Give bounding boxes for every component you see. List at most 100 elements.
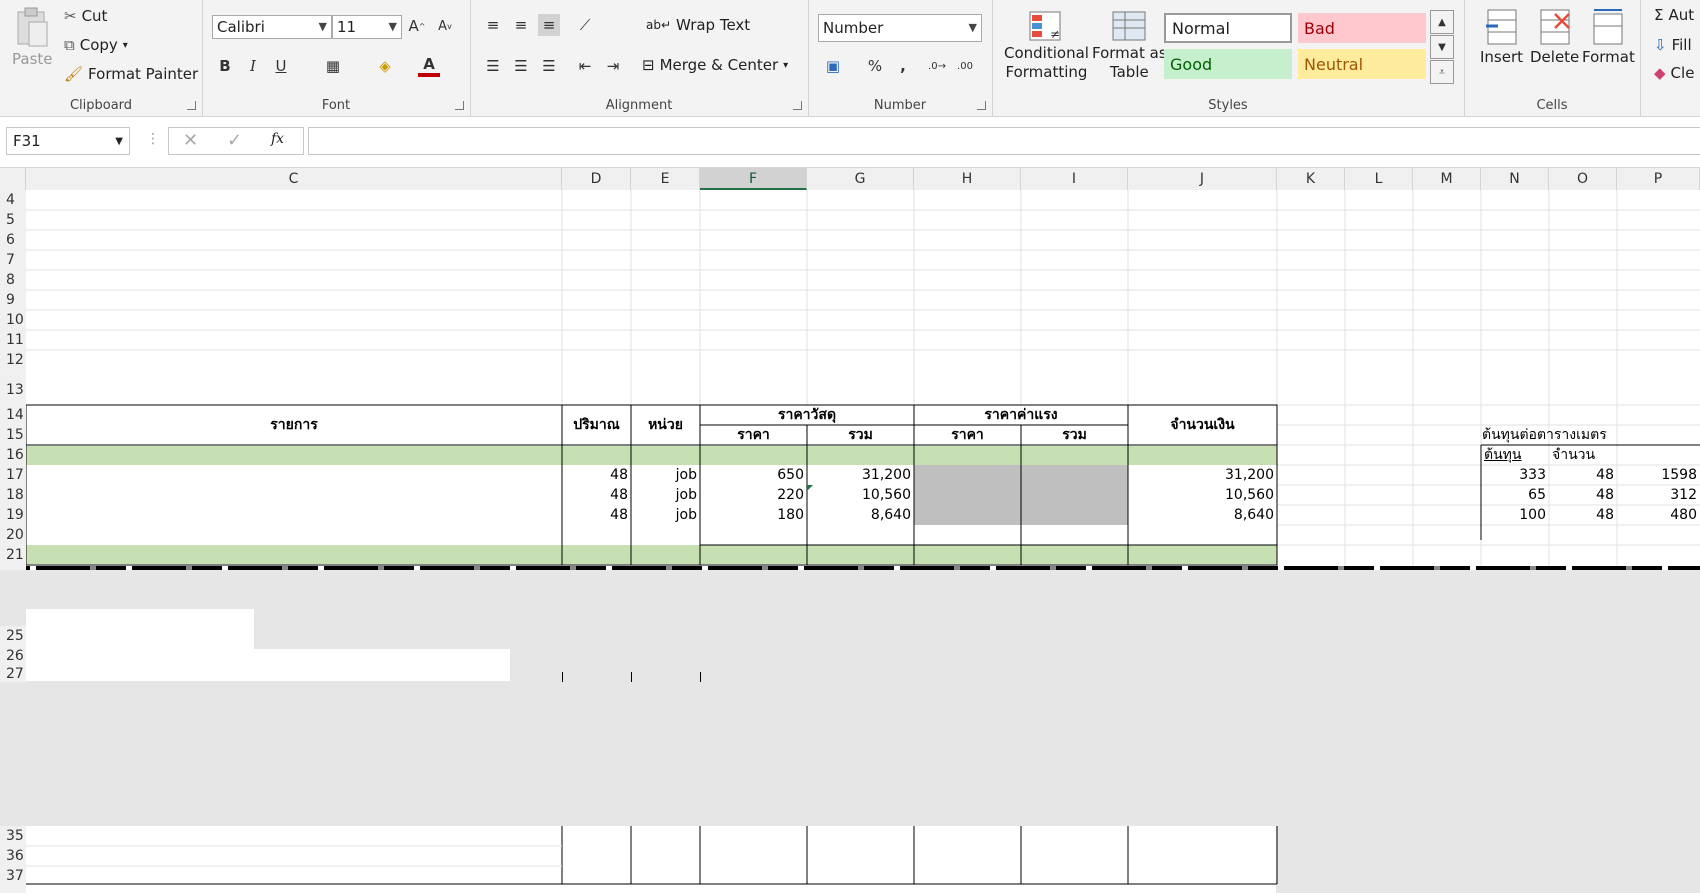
underline-button[interactable]: U <box>270 55 292 77</box>
side-cell-qty[interactable]: 48 <box>1549 485 1617 505</box>
align-right-icon[interactable]: ☰ <box>538 55 560 77</box>
row-header[interactable]: 10 <box>0 310 26 330</box>
font-name-dropdown[interactable]: Calibri ▼ <box>212 15 332 39</box>
format-painter-button[interactable]: 🖌 Format Painter <box>64 65 198 83</box>
cell-price[interactable]: 220 <box>700 485 807 505</box>
cell-total[interactable]: 8,640 <box>807 505 914 525</box>
enter-icon[interactable]: ✓ <box>227 130 242 151</box>
fill-button[interactable]: ⇩ Fill <box>1654 36 1692 54</box>
side-cell-cost[interactable]: 333 <box>1481 465 1549 485</box>
row-header[interactable]: 4 <box>0 190 26 210</box>
formula-input[interactable] <box>308 127 1700 155</box>
borders-icon[interactable]: ▦ <box>322 55 344 77</box>
cell-unit[interactable]: job <box>631 485 700 505</box>
insert-button[interactable]: Insert <box>1480 8 1523 66</box>
clear-button[interactable]: ◆ Cle <box>1654 64 1694 82</box>
style-bad[interactable]: Bad <box>1298 13 1426 43</box>
row-header[interactable]: 16 <box>0 445 26 465</box>
select-all-corner[interactable] <box>0 168 26 190</box>
scroll-up-icon[interactable]: ▲ <box>1430 10 1454 34</box>
column-header-e[interactable]: E <box>631 168 700 190</box>
italic-button[interactable]: I <box>242 55 264 77</box>
decrease-indent-icon[interactable]: ⇤ <box>574 55 596 77</box>
column-header-n[interactable]: N <box>1481 168 1549 190</box>
column-header-f[interactable]: F <box>700 168 807 190</box>
fill-color-icon[interactable]: ◈ <box>374 55 396 77</box>
column-header-i[interactable]: I <box>1021 168 1128 190</box>
column-header-k[interactable]: K <box>1277 168 1345 190</box>
cell-price[interactable]: 180 <box>700 505 807 525</box>
merge-center-button[interactable]: ⊟ Merge & Center ▾ <box>642 56 788 74</box>
align-bottom-icon[interactable]: ≡ <box>538 14 560 36</box>
side-cell-p[interactable]: 480 <box>1617 505 1700 525</box>
copy-button[interactable]: ⧉ Copy ▾ <box>64 36 128 54</box>
number-format-dropdown[interactable]: Number ▼ <box>818 14 982 42</box>
comma-button[interactable]: , <box>892 55 914 77</box>
cell-price[interactable]: 650 <box>700 465 807 485</box>
format-button[interactable]: Format <box>1582 8 1635 66</box>
insert-function-icon[interactable]: fx <box>271 131 284 147</box>
row-header[interactable]: 26 <box>0 646 26 666</box>
cell-total[interactable]: 10,560 <box>807 485 914 505</box>
column-header-c[interactable]: C <box>26 168 562 190</box>
row-header[interactable]: 15 <box>0 425 26 445</box>
align-center-icon[interactable]: ☰ <box>510 55 532 77</box>
column-header-l[interactable]: L <box>1345 168 1413 190</box>
delete-button[interactable]: Delete <box>1530 8 1579 66</box>
side-cell-qty[interactable]: 48 <box>1549 505 1617 525</box>
cancel-icon[interactable]: ✕ <box>183 130 198 151</box>
currency-icon[interactable]: ▣ <box>822 55 844 77</box>
dialog-launcher-icon[interactable] <box>455 101 464 110</box>
paste-button[interactable]: Paste <box>12 6 53 68</box>
column-header-p[interactable]: P <box>1617 168 1700 190</box>
dialog-launcher-icon[interactable] <box>187 101 196 110</box>
row-header[interactable]: 25 <box>0 626 26 646</box>
style-good[interactable]: Good <box>1164 49 1292 79</box>
cell-amount[interactable]: 8,640 <box>1128 505 1277 525</box>
decrease-font-size-icon[interactable]: Av <box>434 15 456 37</box>
align-top-icon[interactable]: ≡ <box>482 14 504 36</box>
column-header-h[interactable]: H <box>914 168 1021 190</box>
cell-total[interactable]: 31,200 <box>807 465 914 485</box>
more-styles-icon[interactable]: ⩡ <box>1430 60 1454 84</box>
decrease-decimal-icon[interactable]: .00 <box>954 55 976 77</box>
autosum-button[interactable]: Σ Aut <box>1654 6 1694 24</box>
row-header[interactable]: 14 <box>0 405 26 425</box>
column-header-m[interactable]: M <box>1413 168 1481 190</box>
percent-button[interactable]: % <box>864 55 886 77</box>
row-header[interactable]: 19 <box>0 505 26 525</box>
cell-qty[interactable]: 48 <box>562 465 631 485</box>
sheet-grid[interactable]: รายการ ปริมาณ หน่วย ราคาวัสดุ ราคาค่าแรง… <box>0 190 1700 570</box>
row-header[interactable]: 17 <box>0 465 26 485</box>
orientation-icon[interactable]: ⟋ <box>574 14 596 36</box>
cell-qty[interactable]: 48 <box>562 505 631 525</box>
row-header[interactable]: 8 <box>0 270 26 290</box>
cell-qty[interactable]: 48 <box>562 485 631 505</box>
row-header[interactable]: 5 <box>0 210 26 230</box>
side-cell-cost[interactable]: 65 <box>1481 485 1549 505</box>
conditional-formatting-button[interactable]: ≠ Conditional Formatting <box>1004 10 1089 82</box>
row-header[interactable]: 9 <box>0 290 26 310</box>
increase-decimal-icon[interactable]: .0→ <box>926 55 948 77</box>
row-header[interactable]: 18 <box>0 485 26 505</box>
scroll-down-icon[interactable]: ▼ <box>1430 35 1454 59</box>
column-header-o[interactable]: O <box>1549 168 1617 190</box>
row-header[interactable]: 13 <box>0 380 26 400</box>
column-header-j[interactable]: J <box>1128 168 1277 190</box>
column-header-d[interactable]: D <box>562 168 631 190</box>
row-header[interactable]: 7 <box>0 250 26 270</box>
align-left-icon[interactable]: ☰ <box>482 55 504 77</box>
row-header[interactable]: 21 <box>0 545 26 565</box>
cell-unit[interactable]: job <box>631 465 700 485</box>
cell-amount[interactable]: 31,200 <box>1128 465 1277 485</box>
style-normal[interactable]: Normal <box>1164 13 1292 43</box>
side-cell-cost[interactable]: 100 <box>1481 505 1549 525</box>
side-cell-p[interactable]: 312 <box>1617 485 1700 505</box>
row-header[interactable]: 11 <box>0 330 26 350</box>
name-box[interactable]: F31 ▼ <box>6 127 130 155</box>
cell-unit[interactable]: job <box>631 505 700 525</box>
wrap-text-button[interactable]: ab↵ Wrap Text <box>646 16 750 34</box>
bold-button[interactable]: B <box>214 55 236 77</box>
dialog-launcher-icon[interactable] <box>977 101 986 110</box>
font-color-icon[interactable]: A <box>418 55 440 77</box>
